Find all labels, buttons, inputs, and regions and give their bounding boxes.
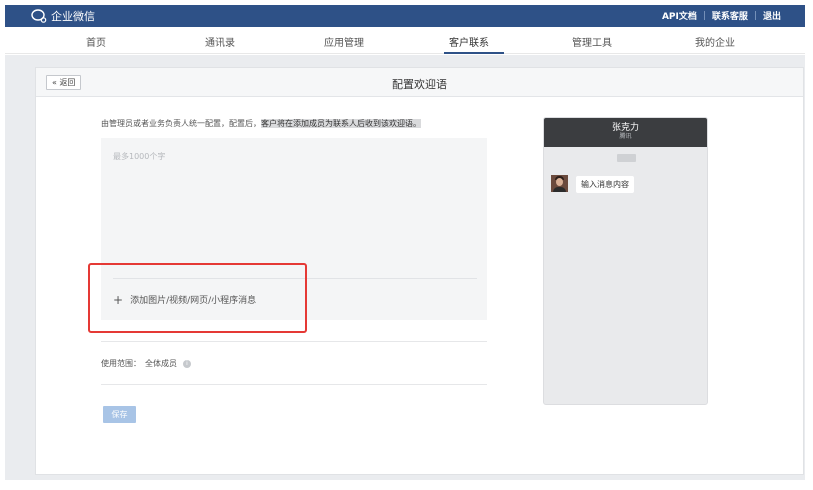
message-bubble: 输入消息内容 <box>576 176 634 193</box>
nav-my-enterprise[interactable]: 我的企业 <box>695 34 735 49</box>
app-logo[interactable]: 企业微信 <box>31 8 95 24</box>
preview-contact-company: 腾讯 <box>619 133 632 140</box>
phone-preview: 张克力 腾讯 输入消息内容 <box>543 117 708 405</box>
app-name: 企业微信 <box>51 10 95 23</box>
description-text: 由管理员或者业务负责人统一配置，配置后， <box>101 119 261 128</box>
usage-scope: 使用范围： 全体成员 i <box>101 358 191 369</box>
textarea-placeholder: 最多1000个字 <box>113 152 166 161</box>
contact-support-link[interactable]: 联系客服 <box>712 9 748 22</box>
scope-value[interactable]: 全体成员 <box>145 358 177 369</box>
separator: | <box>702 10 706 21</box>
save-button[interactable]: 保存 <box>103 406 136 423</box>
active-tab-indicator <box>444 52 504 54</box>
top-links: API文档 | 联系客服 | 退出 <box>662 9 781 23</box>
scope-label: 使用范围： <box>101 359 141 368</box>
nav-contacts[interactable]: 通讯录 <box>205 34 235 49</box>
nav-customer-contact[interactable]: 客户联系 <box>449 34 489 49</box>
main-nav: 首页 通讯录 应用管理 客户联系 管理工具 我的企业 <box>5 27 805 54</box>
preview-header: 张克力 腾讯 <box>544 118 707 147</box>
nav-management-tools[interactable]: 管理工具 <box>572 34 612 49</box>
card-header: « 返回 配置欢迎语 <box>36 68 803 97</box>
description-highlight: 客户将在添加成员为联系人后收到该欢迎语。 <box>261 119 421 128</box>
api-docs-link[interactable]: API文档 <box>662 9 697 22</box>
separator: | <box>753 10 757 21</box>
divider <box>101 384 487 385</box>
page-title: 配置欢迎语 <box>392 78 447 91</box>
preview-message-row: 输入消息内容 <box>551 175 634 193</box>
wecom-logo-icon <box>31 9 47 23</box>
info-icon[interactable]: i <box>183 359 191 368</box>
divider <box>101 341 487 342</box>
nav-app-management[interactable]: 应用管理 <box>324 34 364 49</box>
preview-contact-name: 张克力 <box>611 123 639 133</box>
logout-link[interactable]: 退出 <box>763 9 781 22</box>
time-chip <box>617 154 636 162</box>
top-bar: 企业微信 API文档 | 联系客服 | 退出 <box>5 5 805 27</box>
description: 由管理员或者业务负责人统一配置，配置后，客户将在添加成员为联系人后收到该欢迎语。 <box>101 118 421 129</box>
avatar <box>551 175 568 192</box>
annotation-highlight-box <box>88 263 307 333</box>
nav-home[interactable]: 首页 <box>86 34 106 49</box>
